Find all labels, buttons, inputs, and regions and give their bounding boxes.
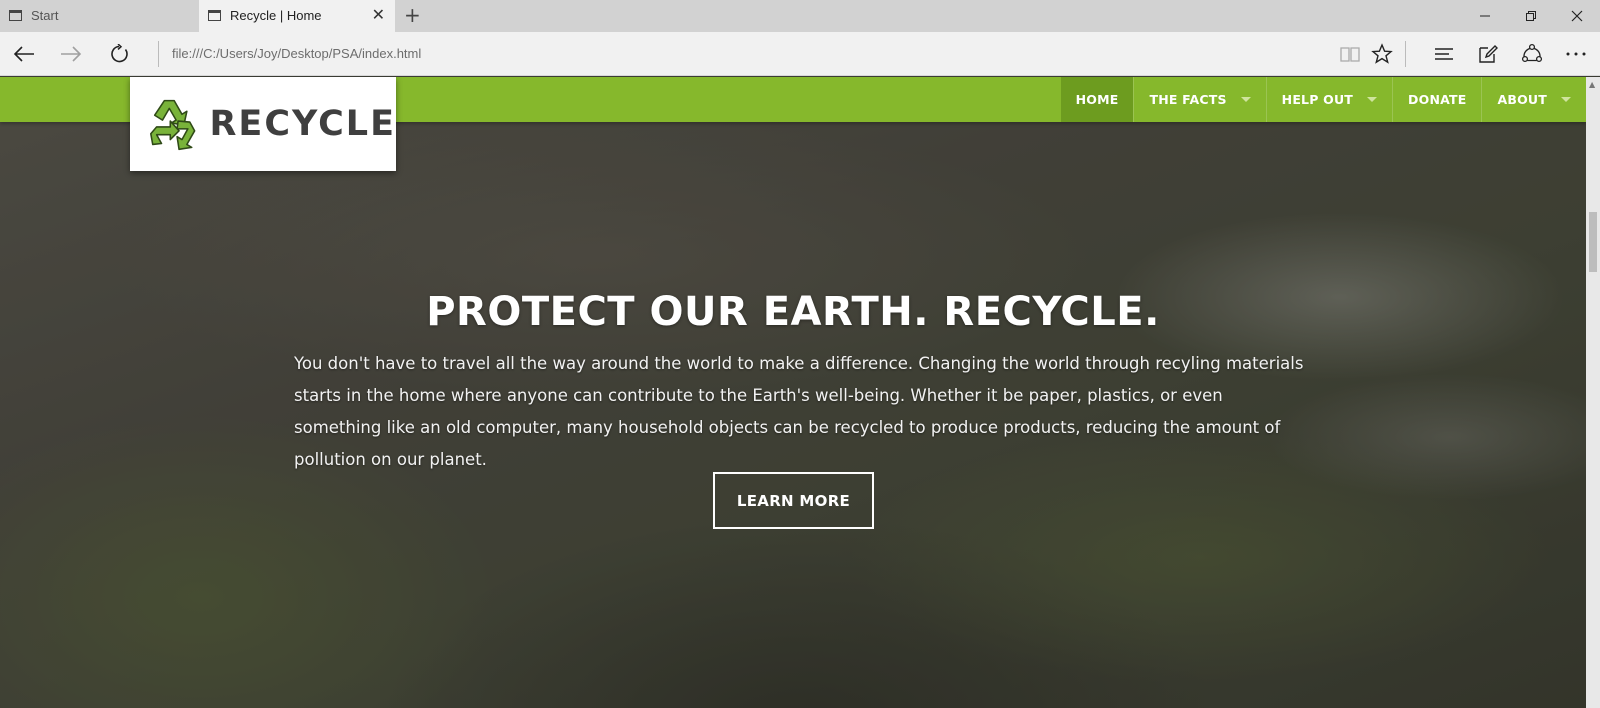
nav-item-about[interactable]: ABOUT: [1481, 77, 1586, 122]
tab-bar: Start Recycle | Home ✕ +: [0, 0, 1600, 32]
nav-label: HOME: [1075, 92, 1119, 107]
forward-icon[interactable]: [48, 32, 94, 76]
hero-body: You don't have to travel all the way aro…: [294, 354, 1304, 469]
learn-more-button[interactable]: LEARN MORE: [713, 472, 874, 529]
caret-down-icon: [1367, 97, 1378, 102]
restore-icon[interactable]: [1508, 0, 1554, 32]
more-icon[interactable]: [1556, 32, 1596, 76]
nav-label: ABOUT: [1497, 92, 1547, 107]
hero-title: PROTECT OUR EARTH. RECYCLE.: [426, 289, 1160, 335]
nav-item-the-facts[interactable]: THE FACTS: [1133, 77, 1265, 122]
scroll-up-icon[interactable]: ▲: [1589, 80, 1595, 89]
nav-item-home[interactable]: HOME: [1060, 77, 1134, 122]
web-note-icon[interactable]: [1468, 32, 1508, 76]
page-icon: [9, 10, 22, 21]
close-window-icon[interactable]: [1554, 0, 1600, 32]
page-viewport: HOME THE FACTS HELP OUT DONATE ABOUT REC…: [0, 77, 1586, 708]
new-tab-icon[interactable]: +: [404, 4, 421, 26]
address-bar: file:///C:/Users/Joy/Desktop/PSA/index.h…: [0, 32, 1600, 76]
tab-label: Start: [31, 8, 59, 23]
favorite-star-icon[interactable]: [1362, 32, 1402, 76]
url-field[interactable]: file:///C:/Users/Joy/Desktop/PSA/index.h…: [172, 46, 421, 61]
tab-recycle-home[interactable]: Recycle | Home ✕: [199, 0, 395, 32]
recycle-icon: [150, 99, 196, 151]
scroll-thumb[interactable]: [1589, 212, 1597, 272]
share-icon[interactable]: [1512, 32, 1552, 76]
minimize-icon[interactable]: [1462, 0, 1508, 32]
nav-label: HELP OUT: [1281, 92, 1354, 107]
nav-item-donate[interactable]: DONATE: [1392, 77, 1481, 122]
caret-down-icon: [1561, 97, 1571, 102]
nav-label: THE FACTS: [1149, 92, 1227, 107]
refresh-icon[interactable]: [97, 32, 143, 76]
logo-text: RECYCLE: [209, 104, 396, 144]
back-icon[interactable]: [1, 32, 47, 76]
close-tab-icon[interactable]: ✕: [372, 7, 385, 23]
tab-label: Recycle | Home: [230, 8, 322, 23]
nav-label: DONATE: [1408, 92, 1467, 107]
hero-section: PROTECT OUR EARTH. RECYCLE. You don't ha…: [0, 77, 1586, 708]
toolbar-separator: [1405, 41, 1406, 67]
site-logo[interactable]: RECYCLE: [130, 77, 396, 171]
caret-down-icon: [1240, 97, 1251, 102]
page-icon: [208, 10, 221, 21]
url-separator: [158, 41, 159, 67]
nav-item-help-out[interactable]: HELP OUT: [1265, 77, 1392, 122]
nav-menu: HOME THE FACTS HELP OUT DONATE ABOUT: [1060, 77, 1586, 122]
tab-start[interactable]: Start: [0, 0, 199, 32]
hub-icon[interactable]: [1424, 32, 1464, 76]
page-scrollbar[interactable]: ▲: [1586, 77, 1600, 708]
